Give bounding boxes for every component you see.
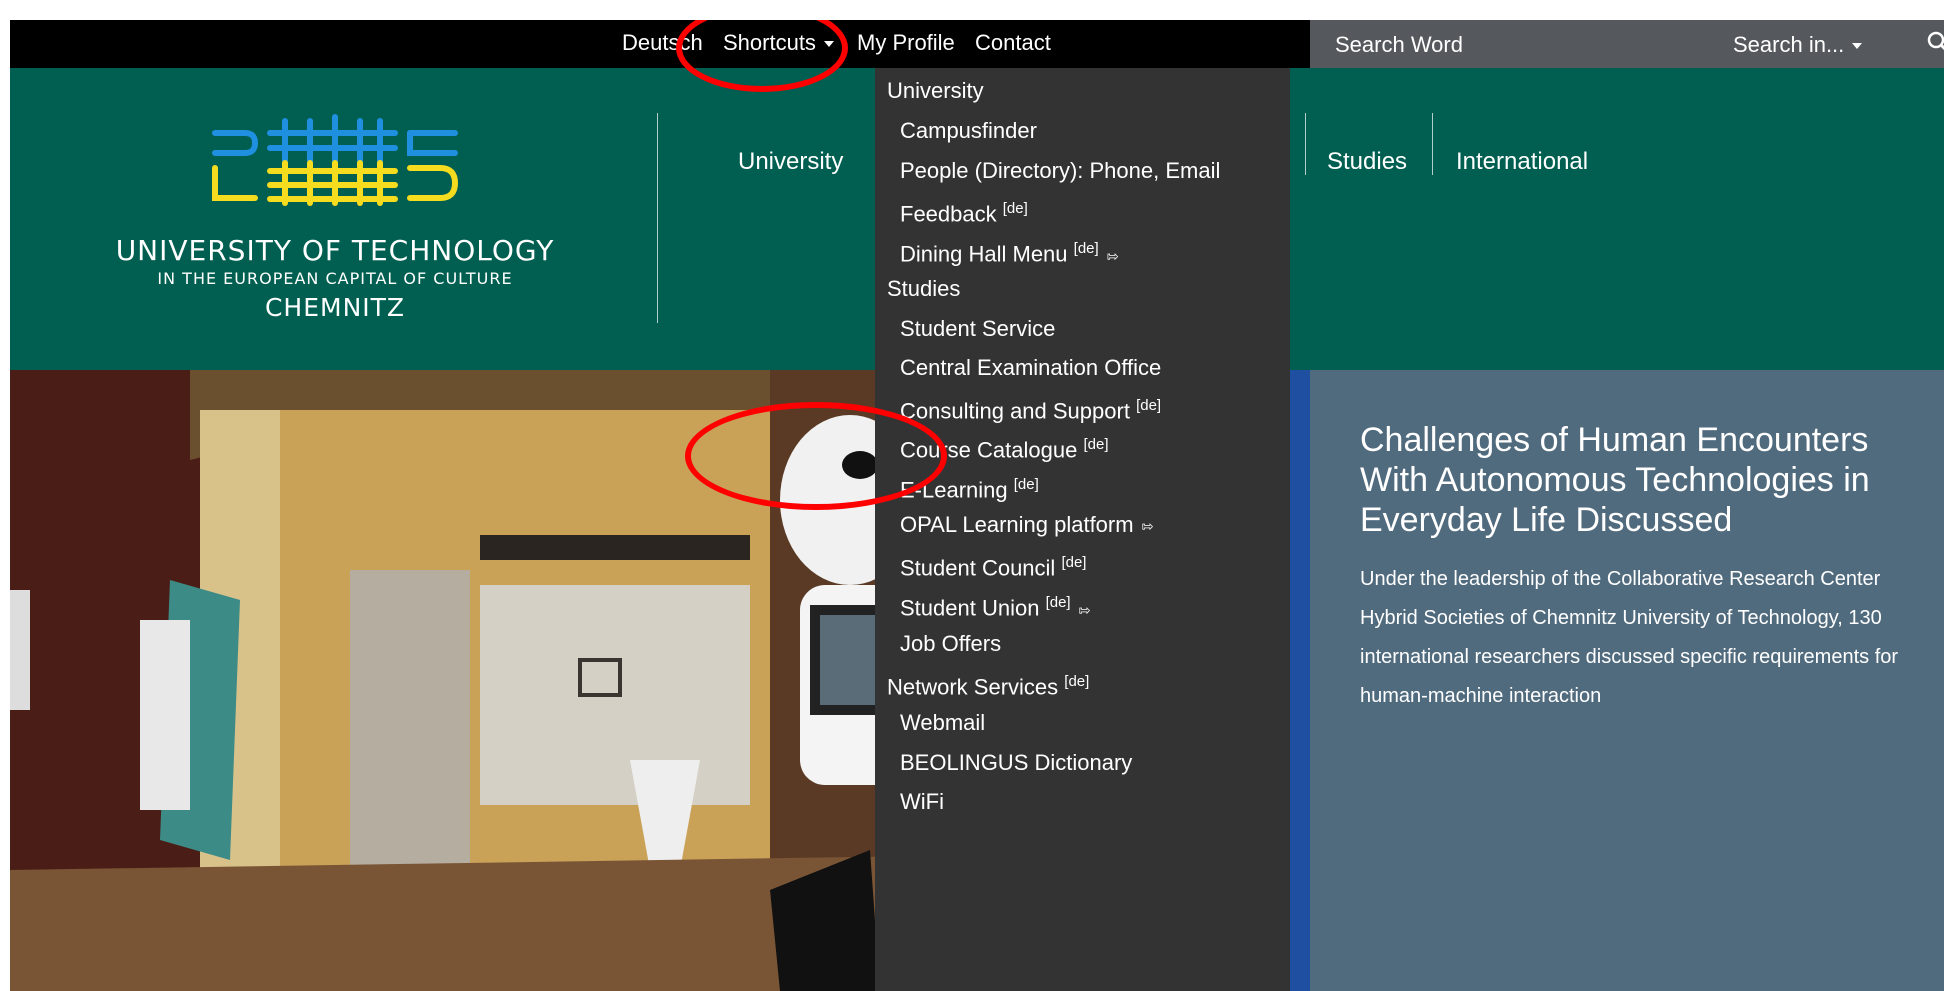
menu-item-label: Student Union <box>900 595 1040 621</box>
menu-item-student-union[interactable]: Student Union [de] ⇰ <box>900 590 1090 623</box>
language-tag: [de] <box>1064 673 1090 690</box>
annotation-circle-course-catalogue <box>685 402 947 510</box>
language-tag: [de] <box>1073 240 1099 257</box>
nav-university[interactable]: University <box>738 148 843 176</box>
menu-item-wifi[interactable]: WiFi <box>900 789 944 815</box>
search-scope-label: Search in... <box>1733 32 1845 57</box>
language-tag: [de] <box>1083 436 1109 453</box>
menu-item-central-examination-office[interactable]: Central Examination Office <box>900 355 1161 381</box>
menu-item-job-offers[interactable]: Job Offers <box>900 631 1001 657</box>
logo-wordmark[interactable]: UNIVERSITY OF TECHNOLOGY IN THE EUROPEAN… <box>110 235 560 325</box>
university-logo-icon[interactable] <box>210 113 460 208</box>
nav-divider <box>1432 113 1433 175</box>
menu-item-dining-hall-menu[interactable]: Dining Hall Menu [de] ⇰ <box>900 236 1118 269</box>
language-tag: [de] <box>1013 476 1039 493</box>
menu-item-student-council[interactable]: Student Council [de] <box>900 550 1086 581</box>
news-title[interactable]: Challenges of Human Encounters With Auto… <box>1360 420 1930 540</box>
menu-item-label: Dining Hall Menu <box>900 241 1068 267</box>
menu-item-people-directory[interactable]: People (Directory): Phone, Email <box>900 158 1220 184</box>
caret-down-icon <box>1852 43 1863 50</box>
nav-international[interactable]: International <box>1456 148 1588 176</box>
menu-heading-network-services[interactable]: Network Services [de] <box>887 669 1089 700</box>
news-teaser[interactable]: Challenges of Human Encounters With Auto… <box>1310 370 1944 991</box>
language-tag: [de] <box>1002 200 1028 217</box>
menu-item-label: Consulting and Support <box>900 398 1130 424</box>
external-link-icon: ⇰ <box>1141 518 1154 535</box>
language-tag: [de] <box>1045 594 1071 611</box>
page: Deutsch Shortcuts My Profile Contact Sea… <box>10 20 1944 991</box>
menu-heading-label: Network Services <box>887 674 1059 700</box>
header-divider <box>657 113 658 323</box>
menu-item-label: OPAL Learning platform <box>900 512 1134 537</box>
search-scope-select[interactable]: Search in... <box>1733 32 1863 58</box>
external-link-icon: ⇰ <box>1078 601 1091 618</box>
logo-text-line3: CHEMNITZ <box>264 293 406 322</box>
menu-heading-university[interactable]: University <box>887 78 984 104</box>
logo-text-line1: UNIVERSITY OF TECHNOLOGY <box>115 234 555 267</box>
language-tag: [de] <box>1061 554 1087 571</box>
contact-link[interactable]: Contact <box>975 30 1051 56</box>
menu-item-webmail[interactable]: Webmail <box>900 710 985 736</box>
top-bar: Deutsch Shortcuts My Profile Contact Sea… <box>10 20 1944 68</box>
menu-item-feedback[interactable]: Feedback [de] <box>900 196 1028 227</box>
menu-item-label: Feedback <box>900 201 997 227</box>
search-input[interactable]: Search Word <box>1335 32 1463 58</box>
nav-studies[interactable]: Studies <box>1327 148 1407 176</box>
external-link-icon: ⇰ <box>1106 247 1119 264</box>
search-icon[interactable] <box>1926 30 1944 56</box>
menu-item-label: Student Council <box>900 555 1056 581</box>
menu-heading-studies[interactable]: Studies <box>887 276 960 302</box>
language-tag: [de] <box>1136 397 1162 414</box>
menu-item-beolingus-dictionary[interactable]: BEOLINGUS Dictionary <box>900 750 1132 776</box>
my-profile-link[interactable]: My Profile <box>857 30 955 56</box>
nav-divider <box>1305 113 1306 175</box>
news-summary: Under the leadership of the Collaborativ… <box>1360 568 1899 707</box>
menu-item-opal-learning-platform[interactable]: OPAL Learning platform ⇰ <box>900 512 1153 539</box>
logo-text-line2: IN THE EUROPEAN CAPITAL OF CULTURE <box>157 269 513 288</box>
menu-item-campusfinder[interactable]: Campusfinder <box>900 118 1037 144</box>
menu-item-student-service[interactable]: Student Service <box>900 316 1055 342</box>
shortcuts-dropdown-menu: University Campusfinder People (Director… <box>875 68 1290 991</box>
menu-item-consulting-support[interactable]: Consulting and Support [de] <box>900 393 1161 424</box>
